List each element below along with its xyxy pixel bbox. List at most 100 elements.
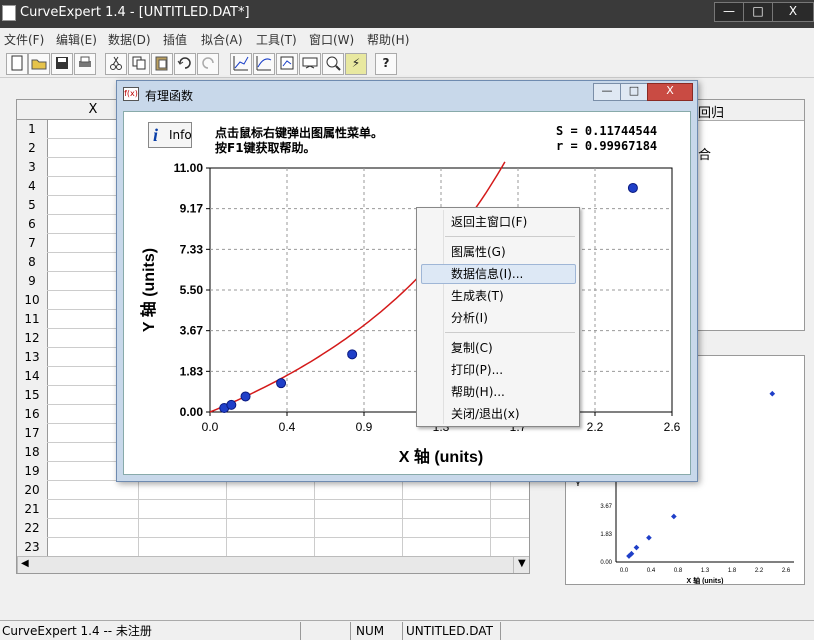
- menu-data[interactable]: 数据(D): [108, 31, 151, 48]
- horizontal-scrollbar[interactable]: ◀: [17, 556, 515, 573]
- grid-cell[interactable]: [315, 500, 403, 519]
- row-number[interactable]: 7: [17, 234, 48, 254]
- dialog-maximize-button[interactable]: □: [620, 83, 648, 101]
- chart-icon-3[interactable]: [276, 53, 298, 75]
- grid-cell[interactable]: [227, 538, 315, 557]
- menu-edit[interactable]: 编辑(E): [56, 31, 97, 48]
- grid-cell[interactable]: [139, 519, 227, 538]
- chart-icon-4[interactable]: [299, 53, 321, 75]
- grid-cell-x[interactable]: [47, 538, 139, 557]
- menu-file[interactable]: 文件(F): [4, 31, 44, 48]
- row-number[interactable]: 8: [17, 253, 48, 273]
- y-tick-label: 3.67: [180, 324, 204, 338]
- row-number[interactable]: 21: [17, 500, 48, 520]
- open-folder-icon[interactable]: [28, 53, 50, 75]
- dialog-close-button[interactable]: X: [647, 83, 693, 101]
- dialog-minimize-button[interactable]: —: [593, 83, 621, 101]
- status-num: NUM: [356, 624, 385, 638]
- row-number[interactable]: 3: [17, 158, 48, 178]
- grid-cell[interactable]: [315, 538, 403, 557]
- mini-data-point: [769, 390, 776, 397]
- ctx-graph-properties[interactable]: 图属性(G): [451, 242, 506, 262]
- ctx-generate-table[interactable]: 生成表(T): [451, 286, 504, 306]
- scroll-down-arrow[interactable]: ▼: [513, 556, 529, 573]
- ctx-print[interactable]: 打印(P)...: [451, 360, 503, 380]
- help-icon[interactable]: ?: [375, 53, 397, 75]
- undo-icon[interactable]: [174, 53, 196, 75]
- grid-cell[interactable]: [491, 519, 529, 538]
- row-number[interactable]: 11: [17, 310, 48, 330]
- maximize-button[interactable]: □: [743, 2, 773, 22]
- grid-cell-x[interactable]: [47, 500, 139, 519]
- lightning-icon[interactable]: ⚡: [345, 53, 367, 75]
- grid-cell[interactable]: [403, 500, 491, 519]
- row-number[interactable]: 1: [17, 120, 48, 140]
- save-icon[interactable]: [51, 53, 73, 75]
- minimize-button[interactable]: —: [714, 2, 744, 22]
- ctx-copy[interactable]: 复制(C): [451, 338, 493, 358]
- menu-tools[interactable]: 工具(T): [256, 31, 297, 48]
- grid-corner: [17, 100, 48, 120]
- grid-cell-x[interactable]: [47, 519, 139, 538]
- ctx-analyze[interactable]: 分析(I): [451, 308, 488, 328]
- row-number[interactable]: 22: [17, 519, 48, 539]
- grid-cell[interactable]: [491, 538, 529, 557]
- close-button[interactable]: X: [772, 2, 814, 22]
- grid-cell[interactable]: [403, 538, 491, 557]
- row-number[interactable]: 19: [17, 462, 48, 482]
- new-file-icon[interactable]: [6, 53, 28, 75]
- grid-cell[interactable]: [403, 481, 491, 500]
- data-point: [347, 349, 358, 360]
- grid-cell[interactable]: [315, 519, 403, 538]
- grid-cell-x[interactable]: [47, 481, 139, 500]
- grid-cell[interactable]: [403, 519, 491, 538]
- mini-data-point: [633, 544, 640, 551]
- grid-cell[interactable]: [491, 500, 529, 519]
- chart-icon-5[interactable]: [322, 53, 344, 75]
- row-number[interactable]: 5: [17, 196, 48, 216]
- redo-icon[interactable]: [197, 53, 219, 75]
- row-number[interactable]: 14: [17, 367, 48, 387]
- grid-cell[interactable]: [227, 519, 315, 538]
- row-number[interactable]: 16: [17, 405, 48, 425]
- ctx-return-main[interactable]: 返回主窗口(F): [451, 212, 527, 232]
- row-number[interactable]: 13: [17, 348, 48, 368]
- row-number[interactable]: 2: [17, 139, 48, 159]
- paste-icon[interactable]: [151, 53, 173, 75]
- grid-cell[interactable]: [139, 500, 227, 519]
- chart-icon-2[interactable]: [253, 53, 275, 75]
- main-chart[interactable]: 0.0 0.4 0.9 1.3 1.7 2.2 2.60.001.833.675.507.3…: [124, 112, 690, 474]
- row-number[interactable]: 18: [17, 443, 48, 463]
- grid-cell[interactable]: [139, 481, 227, 500]
- row-number[interactable]: 4: [17, 177, 48, 197]
- y-tick-label: 0.00: [180, 405, 204, 419]
- ctx-data-info[interactable]: 数据信息(I)...: [451, 264, 523, 284]
- menu-help[interactable]: 帮助(H): [367, 31, 409, 48]
- print-icon[interactable]: [74, 53, 96, 75]
- grid-cell[interactable]: [491, 481, 529, 500]
- ctx-close-exit[interactable]: 关闭/退出(x): [451, 404, 520, 424]
- row-number[interactable]: 6: [17, 215, 48, 235]
- ctx-separator: [445, 332, 575, 333]
- menu-interpolate[interactable]: 插值: [163, 31, 187, 48]
- grid-cell[interactable]: [227, 481, 315, 500]
- grid-cell[interactable]: [315, 481, 403, 500]
- row-number[interactable]: 9: [17, 272, 48, 292]
- cut-icon[interactable]: [105, 53, 127, 75]
- chart-icon-1[interactable]: [230, 53, 252, 75]
- copy-icon[interactable]: [128, 53, 150, 75]
- menu-fit[interactable]: 拟合(A): [201, 31, 243, 48]
- row-number[interactable]: 20: [17, 481, 48, 501]
- row-number[interactable]: 23: [17, 538, 48, 558]
- row-number[interactable]: 17: [17, 424, 48, 444]
- row-number[interactable]: 10: [17, 291, 48, 311]
- row-number[interactable]: 15: [17, 386, 48, 406]
- row-number[interactable]: 12: [17, 329, 48, 349]
- y-axis-label: Y 轴 (units): [139, 248, 158, 332]
- grid-cell[interactable]: [227, 500, 315, 519]
- menu-window[interactable]: 窗口(W): [309, 31, 354, 48]
- grid-cell[interactable]: [139, 538, 227, 557]
- mini-y-tick-label: 3.67: [600, 504, 612, 510]
- x-tick-label: 0.4: [279, 420, 296, 434]
- ctx-help[interactable]: 帮助(H)...: [451, 382, 505, 402]
